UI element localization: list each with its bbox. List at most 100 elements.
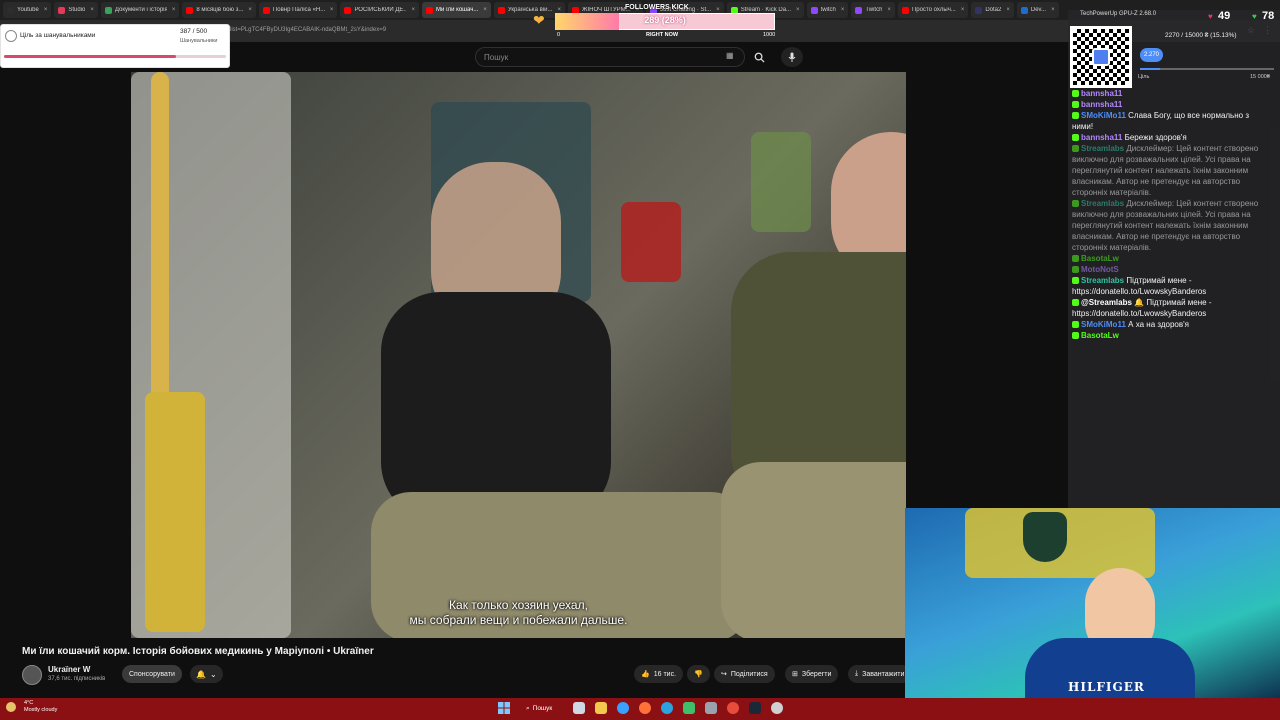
- app-icon[interactable]: [683, 702, 695, 714]
- followers-kick-value: 289 (28%): [644, 15, 686, 25]
- weather-icon[interactable]: [6, 702, 16, 712]
- flag-emblem: [1023, 512, 1067, 562]
- close-icon[interactable]: ×: [1006, 7, 1010, 13]
- donation-max: 15 000₴: [1250, 74, 1270, 80]
- browser-tab[interactable]: Studio ×: [54, 2, 98, 18]
- goal-title: Ціль за шанувальниками: [20, 32, 96, 39]
- video-subtitle: Как только хозяин уехал, мы собрали вещи…: [131, 598, 906, 628]
- followers-kick-min: 0: [557, 32, 561, 38]
- chat-badge-icon: [1072, 321, 1079, 329]
- chat-badge-icon: [1072, 101, 1079, 109]
- heart-icon: ❤: [533, 12, 545, 28]
- close-icon[interactable]: ×: [841, 7, 845, 13]
- donation-label: Ціль: [1138, 74, 1150, 80]
- chat-badge-icon: [1072, 299, 1079, 307]
- steam-icon[interactable]: [749, 702, 761, 714]
- search-icon: ⌕: [526, 704, 530, 712]
- search-icon: [754, 52, 765, 63]
- browser-tab[interactable]: Просто охлыч... ×: [897, 2, 969, 18]
- chat-message: Streamlabs Підтримай мене - https://dona…: [1072, 275, 1272, 297]
- url-text[interactable]: list=PLgTC4FByDU3Ig4ECABAIK-ndaQBMt_2sY&…: [230, 27, 386, 33]
- close-icon[interactable]: ×: [483, 7, 487, 13]
- chat-message: bannsha11: [1072, 99, 1272, 110]
- woman-left-shirt: [381, 292, 611, 522]
- tab-label: Ми їли кошач...: [435, 7, 479, 13]
- channel-name[interactable]: Ukraїner W: [48, 665, 90, 674]
- browser-tab[interactable]: Ми їли кошач... ×: [421, 2, 491, 18]
- mic-button[interactable]: [781, 47, 803, 67]
- like-button[interactable]: 👍 16 тис.: [634, 665, 684, 683]
- dislike-button[interactable]: 👎: [687, 665, 710, 683]
- edge-icon[interactable]: [617, 702, 629, 714]
- thumbs-down-icon: 👎: [694, 671, 703, 678]
- share-label: Поділитися: [730, 670, 768, 678]
- close-icon[interactable]: ×: [411, 7, 415, 13]
- browser-tab[interactable]: twitch ×: [806, 2, 849, 18]
- weather-desc: Mostly cloudy: [24, 707, 58, 713]
- close-icon[interactable]: ×: [248, 7, 252, 13]
- close-icon[interactable]: ×: [1051, 7, 1055, 13]
- close-icon[interactable]: ×: [330, 7, 334, 13]
- task-view-icon[interactable]: [573, 702, 585, 714]
- gpu-z-title: TechPowerUp GPU-Z 2.68.0: [1080, 11, 1157, 17]
- save-label: Зберегти: [801, 670, 832, 678]
- chat-badge-icon: [1072, 255, 1079, 263]
- keyboard-icon[interactable]: ▦: [726, 51, 738, 61]
- webcam-feed: [905, 508, 1280, 700]
- taskbar-search-label: Пошук: [532, 705, 553, 712]
- browser-tab[interactable]: Twitch ×: [851, 2, 895, 18]
- viewer-count-right: 78: [1262, 10, 1275, 22]
- sponsor-button[interactable]: Спонсорувати: [122, 665, 182, 683]
- notification-bell-button[interactable]: 🔔 ⌄: [190, 665, 223, 683]
- channel-avatar[interactable]: [22, 665, 42, 685]
- share-button[interactable]: ↪ Поділитися: [714, 665, 775, 683]
- chat-message: Streamlabs Дисклеймер: Цей контент створ…: [1072, 143, 1272, 198]
- obs-icon[interactable]: [771, 702, 783, 714]
- download-button[interactable]: ⤓ Завантажити: [848, 665, 912, 683]
- taskbar-search[interactable]: ⌕ Пошук: [520, 701, 558, 716]
- goal-icon: [5, 30, 17, 42]
- close-icon[interactable]: ×: [172, 7, 176, 13]
- firefox-icon[interactable]: [639, 702, 651, 714]
- viewer-count-left: 49: [1218, 10, 1231, 22]
- browser-tab[interactable]: Youtube ×: [3, 2, 52, 18]
- chat-badge-icon: [1072, 145, 1079, 153]
- tab-label: Документи і історія: [114, 7, 167, 13]
- tab-favicon-icon: [1020, 6, 1028, 14]
- close-icon[interactable]: ×: [961, 7, 965, 13]
- browser-tab[interactable]: Документи і історія ×: [100, 2, 180, 18]
- chat-message: SMoKiMo11 Слава Богу, що все нормально з…: [1072, 110, 1272, 132]
- bell-icon: 🔔: [196, 669, 206, 679]
- tab-favicon-icon: [425, 6, 433, 14]
- browser-tab[interactable]: Dota2 ×: [971, 2, 1014, 18]
- search-button[interactable]: [748, 47, 770, 67]
- grid-app-icon[interactable]: [705, 702, 717, 714]
- chevron-down-icon: ⌄: [209, 669, 217, 679]
- subtitle-line-1: Как только хозяин уехал,: [449, 598, 588, 612]
- qr-logo-icon: [1092, 48, 1110, 66]
- browser-tab[interactable]: Dev... ×: [1016, 2, 1059, 18]
- windows-start-icon[interactable]: [498, 702, 510, 714]
- search-input[interactable]: Пошук: [475, 47, 745, 67]
- telegram-icon[interactable]: [661, 702, 673, 714]
- mic-icon: [788, 52, 796, 62]
- close-icon[interactable]: ×: [887, 7, 891, 13]
- tab-favicon-icon: [901, 6, 909, 14]
- browser-tab[interactable]: Повнр Паліса «Н... ×: [258, 2, 338, 18]
- close-icon[interactable]: ×: [44, 7, 48, 13]
- chat-message: bannsha11: [1072, 88, 1272, 99]
- browser-tab[interactable]: 8 місяців бою з... ×: [182, 2, 256, 18]
- file-explorer-icon[interactable]: [595, 702, 607, 714]
- chat-username: BasotaLw: [1081, 254, 1119, 263]
- chrome-icon[interactable]: [727, 702, 739, 714]
- close-icon[interactable]: ×: [796, 7, 800, 13]
- heart-icon: ♥: [1208, 12, 1213, 21]
- close-icon[interactable]: ×: [90, 7, 94, 13]
- stretcher: [145, 392, 205, 632]
- browser-tab[interactable]: РОСІЙСЬКИЙ ДЕ... ×: [340, 2, 419, 18]
- tab-favicon-icon: [810, 6, 818, 14]
- weather-widget[interactable]: 4°C Mostly cloudy: [24, 700, 57, 714]
- video-player[interactable]: [131, 72, 906, 638]
- save-button[interactable]: ⊞ Зберегти: [785, 665, 839, 683]
- tab-label: Dota2: [985, 7, 1002, 13]
